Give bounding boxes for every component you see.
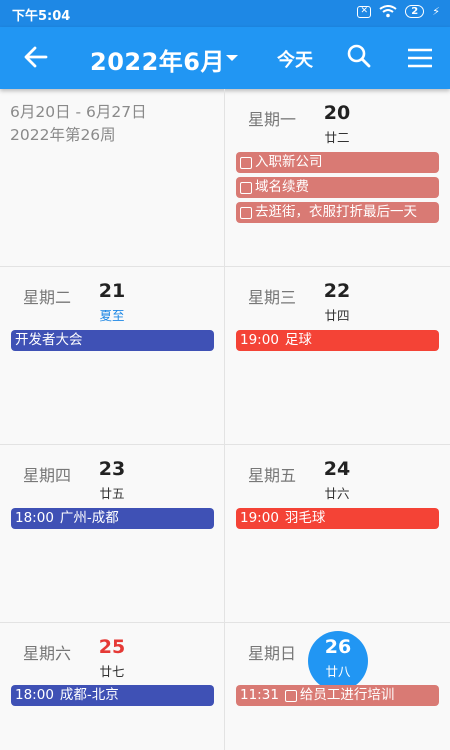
column-divider [224,89,225,750]
day-solar-term: 夏至 [99,308,125,323]
row-divider [0,444,450,445]
event-title: 足球 [284,332,312,348]
event-title: 羽毛球 [284,510,326,526]
status-icons: ✕ 2 ⚡ [357,5,440,18]
event-title: 成都-北京 [59,687,119,703]
day-weekday: 星期六 [23,644,72,663]
checkbox-icon[interactable] [240,156,252,169]
event-time: 19:00 [240,510,279,526]
week-date-range: 6月20日 - 6月27日 [10,103,147,121]
app-bar: 2022年6月 今天 [0,27,450,89]
day-number[interactable]: 20 [317,102,357,124]
day-weekday: 星期五 [248,466,297,485]
event-title: 入职新公司 [255,154,323,170]
day-lunar: 廿六 [324,486,350,501]
day-weekday: 星期一 [248,110,297,129]
charging-icon: ⚡ [432,5,440,18]
week-number: 2022年第26周 [10,126,116,144]
menu-icon[interactable] [407,47,433,69]
event-title: 去逛街，衣服打折最后一天 [255,204,417,220]
event-item[interactable]: 去逛街，衣服打折最后一天 [236,202,439,223]
day-number[interactable]: 23 [92,458,132,480]
sim-icon: ✕ [357,5,372,18]
day-lunar: 廿二 [324,130,350,145]
event-time: 11:31 [240,687,279,703]
checkbox-icon[interactable] [284,689,297,702]
event-item[interactable]: 18:00 成都-北京 [11,685,214,706]
event-title: 开发者大会 [15,332,83,348]
day-weekday: 星期四 [23,466,72,485]
event-title: 给员工进行培训 [299,687,395,703]
day-lunar: 廿五 [99,486,125,501]
day-number[interactable]: 24 [317,458,357,480]
event-time: 19:00 [240,332,279,348]
event-item[interactable]: 开发者大会 [11,330,214,351]
event-time: 18:00 [15,510,54,526]
status-bar: 下午5:04 ✕ 2 ⚡ [0,0,450,27]
day-weekday: 星期三 [248,288,297,307]
day-weekday: 星期二 [23,288,72,307]
day-lunar: 廿八 [325,664,351,679]
week-range: 6月20日 - 6月27日 2022年第26周 [10,101,147,147]
day-number[interactable]: 26 [318,636,358,658]
event-item[interactable]: 域名续费 [236,177,439,198]
status-time: 下午5:04 [12,9,71,24]
event-item[interactable]: 18:00 广州-成都 [11,508,214,529]
event-item[interactable]: 19:00 羽毛球 [236,508,439,529]
row-divider [0,622,450,623]
battery-icon: 2 [405,5,425,18]
wifi-icon [379,5,397,18]
today-button[interactable]: 今天 [277,46,313,72]
day-lunar: 廿七 [99,664,125,679]
event-item[interactable]: 19:00 足球 [236,330,439,351]
event-title: 广州-成都 [59,510,119,526]
day-lunar: 廿四 [324,308,350,323]
event-title: 域名续费 [255,179,309,195]
row-divider [0,266,450,267]
day-number[interactable]: 21 [92,280,132,302]
day-weekday: 星期日 [248,644,297,663]
day-number[interactable]: 25 [92,636,132,658]
event-item[interactable]: 11:31 给员工进行培训 [236,685,439,706]
back-arrow-icon[interactable] [22,43,50,71]
search-icon[interactable] [346,43,372,69]
dropdown-caret-icon[interactable] [226,55,238,61]
checkbox-icon[interactable] [240,181,252,194]
checkbox-icon[interactable] [240,206,252,219]
week-grid: 6月20日 - 6月27日 2022年第26周 星期一 20 廿二 入职新公司 … [0,89,450,750]
month-title[interactable]: 2022年6月 [90,42,225,77]
event-item[interactable]: 入职新公司 [236,152,439,173]
event-time: 18:00 [15,687,54,703]
day-number[interactable]: 22 [317,280,357,302]
